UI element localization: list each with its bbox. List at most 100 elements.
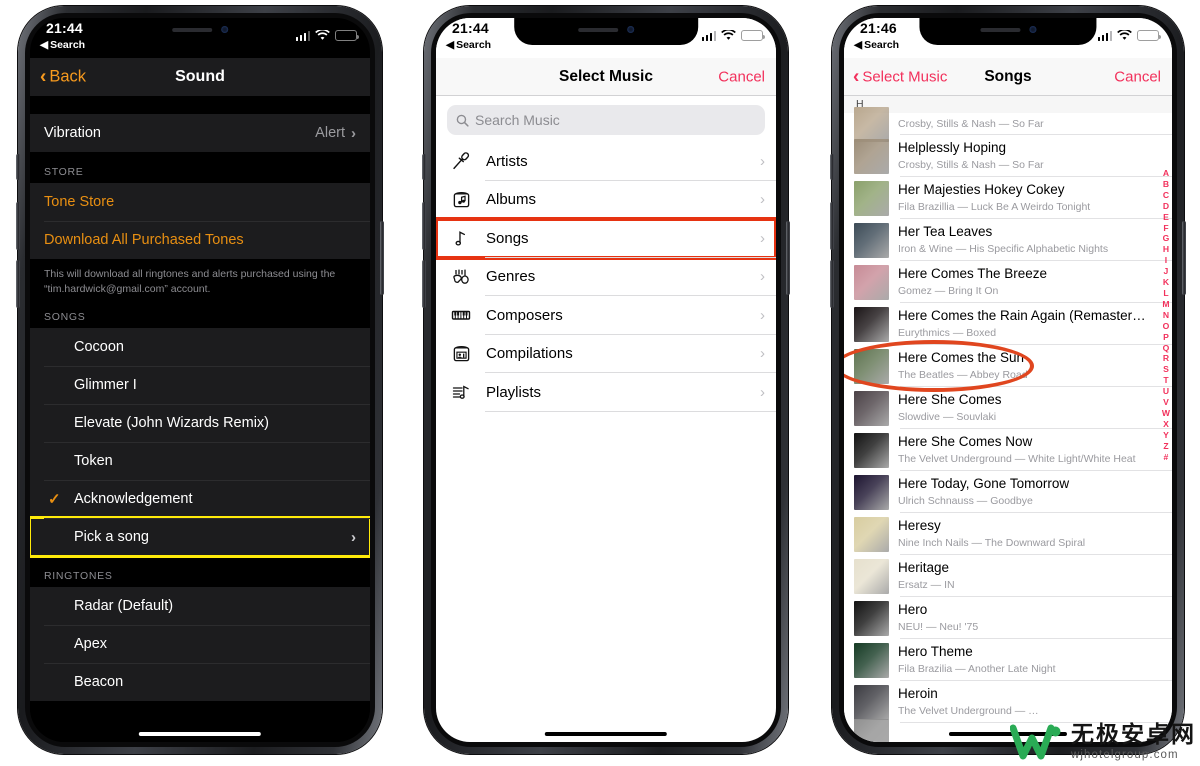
volume-up-button[interactable]: [16, 202, 20, 250]
alphabet-index-letter[interactable]: A: [1163, 168, 1169, 179]
cancel-button[interactable]: Cancel: [718, 68, 765, 85]
alphabet-index-letter[interactable]: Y: [1163, 430, 1169, 441]
song-row[interactable]: Crosby, Stills & Nash — So Far: [844, 106, 1172, 142]
song-row[interactable]: Heresy Nine Inch Nails — The Downward Spi…: [844, 513, 1172, 555]
row-download-all-purchased-tones[interactable]: Download All Purchased Tones: [30, 221, 370, 259]
alphabet-index-letter[interactable]: Z: [1163, 441, 1168, 452]
song-row[interactable]: Her Tea Leaves Iron & Wine — His Specific…: [844, 219, 1172, 261]
alphabet-index-letter[interactable]: R: [1163, 353, 1169, 364]
row-ringtone-apex[interactable]: Apex: [30, 625, 370, 663]
cellular-bars-icon: [1097, 30, 1112, 41]
category-compilations[interactable]: Compilations ›: [436, 335, 776, 374]
category-playlists[interactable]: Playlists ›: [436, 373, 776, 412]
category-composers[interactable]: Composers ›: [436, 296, 776, 335]
alphabet-index-letter[interactable]: U: [1163, 386, 1169, 397]
row-song-cocoon[interactable]: Cocoon: [30, 328, 370, 366]
phone-1-settings-list[interactable]: Vibration Alert › STORE Tone Store Downl…: [30, 96, 370, 742]
song-artist-album: The Beatles — Abbey Road: [898, 368, 1028, 381]
volume-down-button[interactable]: [16, 260, 20, 308]
row-song-acknowledgement-label: Acknowledgement: [74, 491, 193, 508]
alphabet-index-letter[interactable]: J: [1164, 266, 1169, 277]
status-back-to-search[interactable]: ◀ Search: [446, 39, 491, 51]
alphabet-index-letter[interactable]: K: [1163, 277, 1169, 288]
mute-switch[interactable]: [422, 154, 426, 180]
song-row[interactable]: Hero Theme Fila Brazilia — Another Late N…: [844, 639, 1172, 681]
alphabet-index-letter[interactable]: O: [1163, 321, 1170, 332]
category-songs[interactable]: Songs ›: [436, 217, 776, 260]
side-button[interactable]: [380, 221, 384, 295]
volume-down-button[interactable]: [830, 260, 834, 308]
category-artists[interactable]: Artists ›: [436, 142, 776, 181]
battery-icon: [1137, 30, 1161, 41]
row-tone-store[interactable]: Tone Store: [30, 183, 370, 221]
checkmark-icon: ✓: [48, 491, 61, 509]
category-albums[interactable]: Albums ›: [436, 181, 776, 220]
alphabet-index-letter[interactable]: X: [1163, 419, 1169, 430]
row-song-elevate[interactable]: Elevate (John Wizards Remix): [30, 404, 370, 442]
alphabet-index-letter[interactable]: D: [1163, 201, 1169, 212]
alphabet-index-letter[interactable]: I: [1165, 255, 1167, 266]
songs-scroll-list[interactable]: Crosby, Stills & Nash — So Far Helplessly…: [844, 106, 1172, 742]
alphabet-index-letter[interactable]: H: [1163, 244, 1169, 255]
category-genres[interactable]: Genres ›: [436, 258, 776, 297]
song-row[interactable]: Her Majesties Hokey Cokey Fila Brazillia …: [844, 177, 1172, 219]
volume-down-button[interactable]: [422, 260, 426, 308]
row-pick-a-song-label: Pick a song: [74, 529, 149, 546]
row-song-acknowledgement[interactable]: ✓ Acknowledgement: [30, 480, 370, 518]
alphabet-index[interactable]: A B C D E F G H I J K L M N O P Q R S T U V W X Y Z #: [1162, 168, 1170, 462]
song-row[interactable]: Here She Comes Slowdive — Souvlaki: [844, 387, 1172, 429]
front-camera-icon: [221, 26, 228, 33]
home-indicator[interactable]: [544, 732, 668, 736]
section-header-h: H: [844, 96, 1172, 113]
song-row[interactable]: Here Comes the Rain Again (Remaster… Eury…: [844, 303, 1172, 345]
phone-2-screen: 21:44 ◀ Search Select Music Cancel Searc…: [436, 18, 776, 742]
alphabet-index-letter[interactable]: F: [1163, 223, 1168, 234]
side-button[interactable]: [1182, 221, 1186, 295]
row-vibration[interactable]: Vibration Alert ›: [30, 114, 370, 152]
cancel-button[interactable]: Cancel: [1114, 68, 1161, 85]
alphabet-index-letter[interactable]: Q: [1163, 343, 1170, 354]
volume-up-button[interactable]: [830, 202, 834, 250]
song-row[interactable]: Heroin The Velvet Underground — …: [844, 681, 1172, 723]
song-row[interactable]: Helplessly Hoping Crosby, Stills & Nash —…: [844, 135, 1172, 177]
alphabet-index-letter[interactable]: C: [1163, 190, 1169, 201]
side-button[interactable]: [786, 221, 790, 295]
song-title: Her Majesties Hokey Cokey: [898, 181, 1065, 197]
alphabet-index-letter[interactable]: B: [1163, 179, 1169, 190]
mute-switch[interactable]: [830, 154, 834, 180]
row-song-token-label: Token: [74, 453, 113, 470]
mute-switch[interactable]: [16, 154, 20, 180]
site-watermark: 无极安卓网 wjhotelgroup.com: [1010, 722, 1196, 762]
song-row[interactable]: Here She Comes Now The Velvet Underground…: [844, 429, 1172, 471]
volume-up-button[interactable]: [422, 202, 426, 250]
chevron-right-icon: ›: [351, 528, 356, 546]
alphabet-index-letter[interactable]: L: [1163, 288, 1168, 299]
row-song-token[interactable]: Token: [30, 442, 370, 480]
alphabet-index-letter[interactable]: #: [1164, 452, 1169, 463]
alphabet-index-letter[interactable]: P: [1163, 332, 1169, 343]
song-row[interactable]: Hero NEU! — Neu! '75: [844, 597, 1172, 639]
status-back-to-search[interactable]: ◀ Search: [854, 39, 899, 51]
search-input[interactable]: Search Music: [447, 105, 765, 135]
row-pick-a-song[interactable]: Pick a song ›: [30, 516, 370, 559]
alphabet-index-letter[interactable]: W: [1162, 408, 1170, 419]
song-row[interactable]: Here Comes The Breeze Gomez — Bring It On: [844, 261, 1172, 303]
alphabet-index-letter[interactable]: N: [1163, 310, 1169, 321]
alphabet-index-letter[interactable]: G: [1163, 233, 1170, 244]
back-triangle-icon: ◀: [446, 39, 455, 51]
alphabet-index-letter[interactable]: E: [1163, 212, 1169, 223]
home-indicator[interactable]: [138, 732, 262, 736]
alphabet-index-letter[interactable]: S: [1163, 364, 1169, 375]
song-row[interactable]: Here Comes the Sun The Beatles — Abbey Ro…: [844, 345, 1172, 387]
chevron-right-icon: ›: [760, 383, 765, 401]
song-row[interactable]: Heritage Ersatz — IN: [844, 555, 1172, 597]
status-back-to-search[interactable]: ◀ Search: [40, 39, 85, 51]
category-playlists-label: Playlists: [486, 383, 542, 401]
alphabet-index-letter[interactable]: T: [1163, 375, 1168, 386]
alphabet-index-letter[interactable]: V: [1163, 397, 1169, 408]
row-ringtone-radar[interactable]: Radar (Default): [30, 587, 370, 625]
song-row[interactable]: Here Today, Gone Tomorrow Ulrich Schnauss…: [844, 471, 1172, 513]
row-ringtone-beacon[interactable]: Beacon: [30, 663, 370, 701]
row-song-glimmer-i[interactable]: Glimmer I: [30, 366, 370, 404]
alphabet-index-letter[interactable]: M: [1162, 299, 1169, 310]
